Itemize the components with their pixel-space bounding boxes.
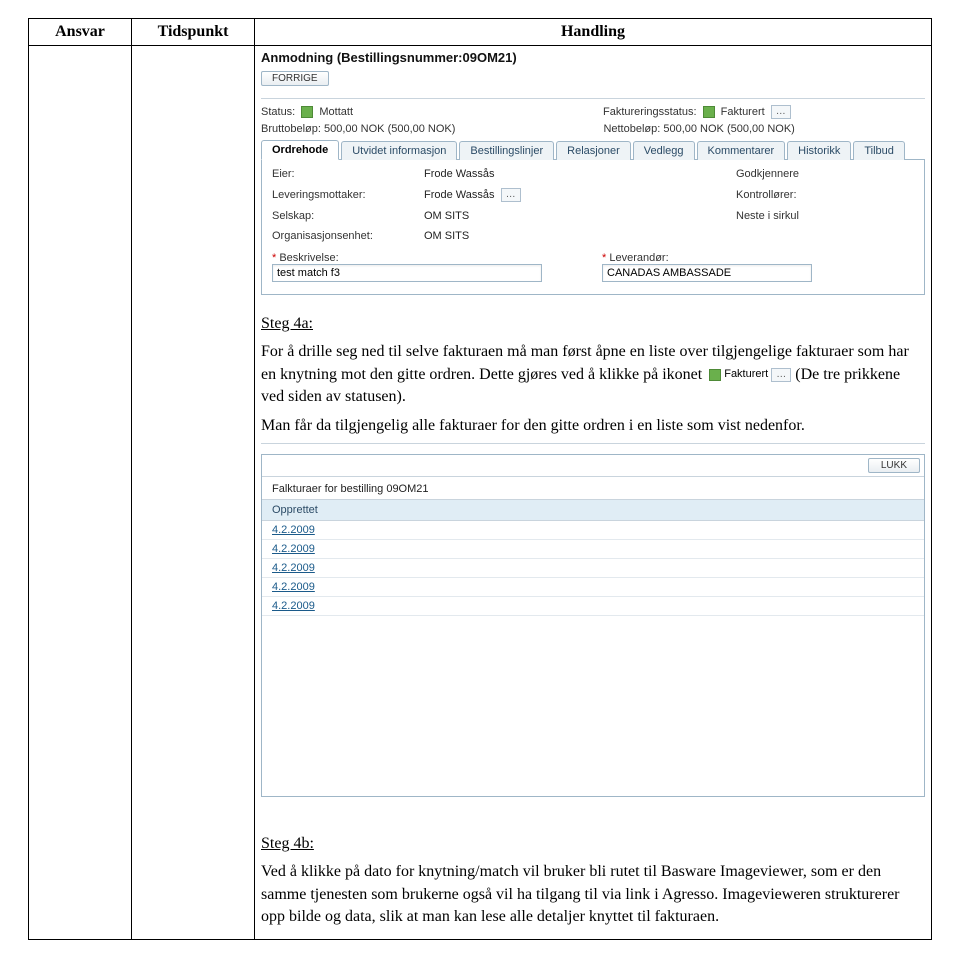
invoice-popup: LUKK Falkturaer for bestilling 09OM21 Op… <box>261 454 925 797</box>
invoice-row: 4.2.2009 <box>262 577 924 596</box>
step4a-paragraph2: Man får da tilgjengelig alle fakturaer f… <box>261 415 925 437</box>
delivery-recipient-more-icon[interactable]: … <box>501 188 521 202</box>
invoice-row: 4.2.2009 <box>262 520 924 539</box>
delivery-recipient-label: Leveringsmottaker: <box>272 189 412 201</box>
org-unit-label: Organisasjonsenhet: <box>272 230 412 242</box>
description-input[interactable] <box>272 264 542 282</box>
back-button[interactable]: FORRIGE <box>261 71 329 86</box>
cell-handling: Anmodning (Bestillingsnummer:09OM21) FOR… <box>255 46 932 940</box>
invoice-popup-title: Falkturaer for bestilling 09OM21 <box>262 477 924 499</box>
tab-relasjoner[interactable]: Relasjoner <box>556 141 631 160</box>
order-panel: Eier: Frode Wassås Godkjennere Leverings… <box>261 160 925 295</box>
tab-utvidet-informasjon[interactable]: Utvidet informasjon <box>341 141 457 160</box>
column-header-handling: Handling <box>255 19 932 46</box>
tab-tilbud[interactable]: Tilbud <box>853 141 905 160</box>
invoice-status-more-icon[interactable]: … <box>771 105 791 119</box>
company-label: Selskap: <box>272 210 412 222</box>
invoice-status-value: Fakturert <box>721 106 765 118</box>
required-star-icon: * <box>272 252 276 264</box>
status-dot-icon <box>709 369 721 381</box>
column-header-tidspunkt: Tidspunkt <box>132 19 255 46</box>
step4a-heading: Steg 4a: <box>261 315 313 332</box>
approvers-label: Godkjennere <box>736 168 856 180</box>
tab-bestillingslinjer[interactable]: Bestillingslinjer <box>459 141 554 160</box>
company-value: OM SITS <box>424 210 724 222</box>
cell-ansvar <box>29 46 132 940</box>
owner-label: Eier: <box>272 168 412 180</box>
supplier-label: Leverandør: <box>609 252 668 264</box>
invoice-status-dot-icon <box>703 106 715 118</box>
next-in-flow-label: Neste i sirkul <box>736 210 856 222</box>
invoice-popup-blank-area <box>262 616 924 796</box>
invoice-date-link[interactable]: 4.2.2009 <box>272 581 315 593</box>
supplier-input[interactable] <box>602 264 812 282</box>
invoice-status-label: Faktureringsstatus: <box>603 106 697 118</box>
invoice-row: 4.2.2009 <box>262 596 924 615</box>
net-amount: Nettobeløp: 500,00 NOK (500,00 NOK) <box>603 123 794 135</box>
owner-value: Frode Wassås <box>424 168 724 180</box>
status-dot-icon <box>301 106 313 118</box>
invoice-list-header[interactable]: Opprettet <box>262 499 924 520</box>
step4a-section: Steg 4a: For å drille seg ned til selve … <box>261 313 925 437</box>
gross-amount: Bruttobeløp: 500,00 NOK (500,00 NOK) <box>261 123 455 135</box>
invoice-list-table: Opprettet 4.2.2009 4.2.2009 4.2.2009 4.2… <box>262 499 924 616</box>
step4b-heading: Steg 4b: <box>261 835 314 852</box>
step4a-paragraph1: For å drille seg ned til selve fakturaen… <box>261 341 925 408</box>
invoice-status-block: Faktureringsstatus: Fakturert … <box>603 105 791 119</box>
description-label: Beskrivelse: <box>279 252 338 264</box>
cell-tidspunkt <box>132 46 255 940</box>
step4b-paragraph: Ved å klikke på dato for knytning/match … <box>261 861 925 928</box>
tab-ordrehode[interactable]: Ordrehode <box>261 140 339 160</box>
status-label: Status: <box>261 106 295 118</box>
tab-kommentarer[interactable]: Kommentarer <box>697 141 786 160</box>
controllers-label: Kontrollører: <box>736 189 856 201</box>
org-unit-value: OM SITS <box>424 230 724 242</box>
step4b-section: Steg 4b: Ved å klikke på dato for knytni… <box>261 833 925 929</box>
status-value: Mottatt <box>319 106 353 118</box>
tab-historikk[interactable]: Historikk <box>787 141 851 160</box>
description-field-group: * Beskrivelse: <box>272 252 542 282</box>
invoice-status-more-icon[interactable]: … <box>771 368 791 382</box>
order-detail-screenshot: Anmodning (Bestillingsnummer:09OM21) FOR… <box>261 50 925 295</box>
required-star-icon: * <box>602 252 606 264</box>
tab-row: Ordrehode Utvidet informasjon Bestilling… <box>261 139 925 160</box>
supplier-field-group: * Leverandør: <box>602 252 812 282</box>
invoice-date-link[interactable]: 4.2.2009 <box>272 524 315 536</box>
invoice-list-screenshot: LUKK Falkturaer for bestilling 09OM21 Op… <box>261 443 925 797</box>
column-header-ansvar: Ansvar <box>29 19 132 46</box>
invoice-row: 4.2.2009 <box>262 539 924 558</box>
delivery-recipient-value: Frode Wassås … <box>424 188 724 202</box>
status-block: Status: Mottatt <box>261 106 353 118</box>
invoice-row: 4.2.2009 <box>262 558 924 577</box>
order-heading: Anmodning (Bestillingsnummer:09OM21) <box>261 50 925 65</box>
tab-vedlegg[interactable]: Vedlegg <box>633 141 695 160</box>
invoice-date-link[interactable]: 4.2.2009 <box>272 543 315 555</box>
inline-status-example: Fakturert … <box>706 367 791 382</box>
invoice-date-link[interactable]: 4.2.2009 <box>272 600 315 612</box>
close-button[interactable]: LUKK <box>868 458 920 473</box>
invoice-date-link[interactable]: 4.2.2009 <box>272 562 315 574</box>
